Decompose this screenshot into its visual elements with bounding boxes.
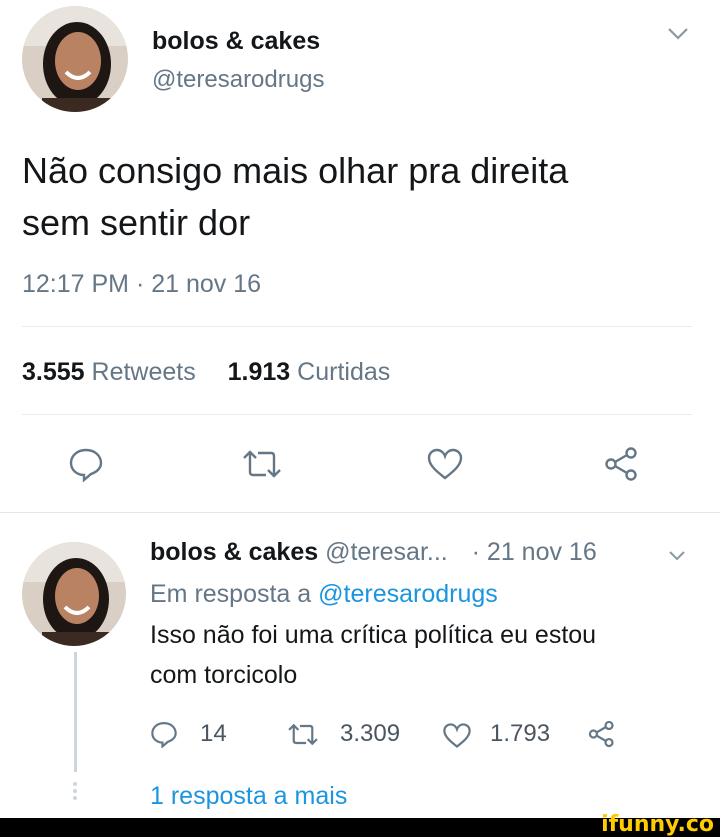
retweets-count[interactable]: 3.555 xyxy=(22,358,85,386)
reply-icon[interactable] xyxy=(68,446,104,482)
likes-count[interactable]: 1.913 xyxy=(228,358,291,386)
handle[interactable]: @teresar... xyxy=(325,538,448,566)
reply-count: 14 xyxy=(200,720,227,747)
avatar[interactable] xyxy=(22,6,128,112)
display-name[interactable]: bolos & cakes xyxy=(152,27,320,56)
engagement-stats: 3.555 Retweets 1.913 Curtidas xyxy=(22,358,390,387)
reply-header: bolos & cakes @teresar... · 21 nov 16 xyxy=(150,538,597,567)
retweet-icon[interactable] xyxy=(286,722,320,747)
reply-to-link[interactable]: @teresarodrugs xyxy=(318,580,498,608)
share-icon[interactable] xyxy=(588,720,616,748)
thread-line xyxy=(74,652,77,772)
reply-text-line-2: com torcicolo xyxy=(150,661,298,689)
ifunny-watermark: ifunny.co xyxy=(601,812,714,837)
reply-date[interactable]: · 21 nov 16 xyxy=(472,538,597,566)
reply-text-line-1: Isso não foi uma crítica política eu est… xyxy=(150,621,597,649)
chevron-down-icon[interactable] xyxy=(666,26,690,42)
divider xyxy=(0,512,720,513)
retweet-count: 3.309 xyxy=(340,720,401,747)
timestamp[interactable]: 12:17 PM · 21 nov 16 xyxy=(22,270,261,299)
like-icon[interactable] xyxy=(426,447,464,481)
tweet-text-line-2: sem sentir dor xyxy=(22,202,251,243)
reply-prefix: Em resposta a xyxy=(150,580,312,608)
likes-label[interactable]: Curtidas xyxy=(297,358,390,386)
share-icon[interactable] xyxy=(604,446,640,482)
retweets-label[interactable]: Retweets xyxy=(92,358,196,386)
avatar[interactable] xyxy=(22,542,126,646)
chevron-down-icon[interactable] xyxy=(668,550,686,562)
tweet-text-line-1: Não consigo mais olhar pra direita xyxy=(22,150,569,191)
reply-icon[interactable] xyxy=(150,720,178,748)
like-count: 1.793 xyxy=(490,720,551,747)
thread-dots xyxy=(73,782,78,800)
like-icon[interactable] xyxy=(442,722,472,749)
divider xyxy=(22,414,692,415)
more-replies-link[interactable]: 1 resposta a mais xyxy=(150,782,347,811)
divider xyxy=(22,326,692,327)
in-reply-to: Em resposta a @teresarodrugs xyxy=(150,580,498,609)
display-name[interactable]: bolos & cakes xyxy=(150,538,318,566)
handle[interactable]: @teresarodrugs xyxy=(152,66,324,94)
retweet-icon[interactable] xyxy=(240,448,284,480)
